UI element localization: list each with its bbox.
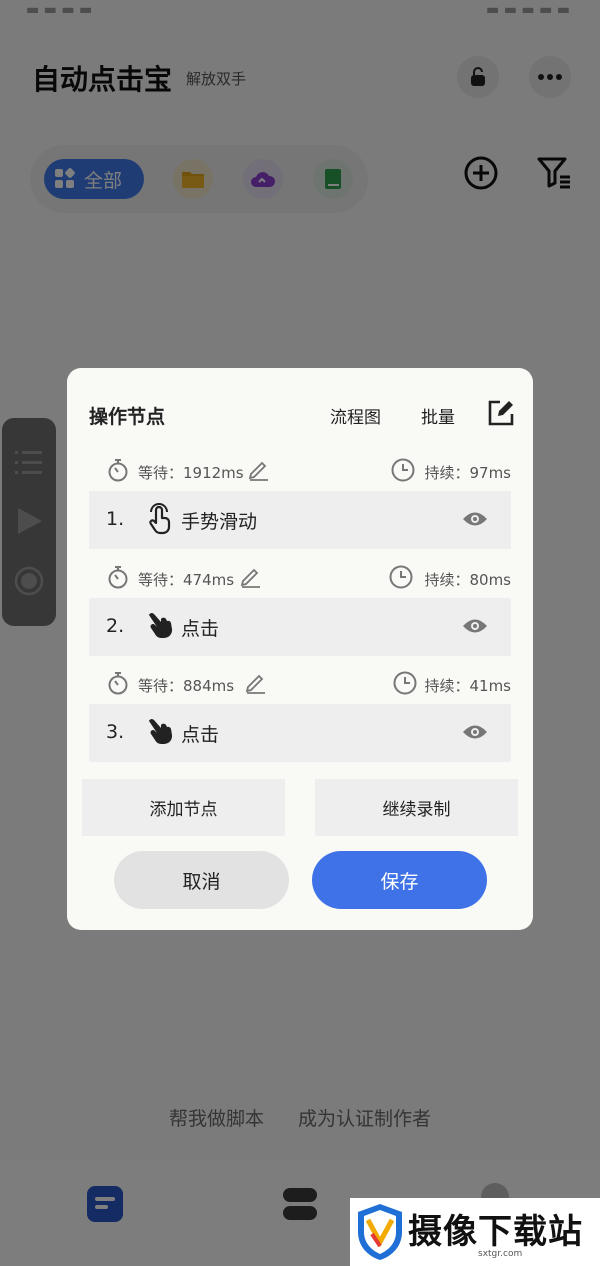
node-action: 点击 xyxy=(181,724,220,746)
watermark-text: 摄像下载站 xyxy=(408,1212,583,1252)
tap-hand-icon xyxy=(149,613,173,639)
stopwatch-icon xyxy=(108,672,128,695)
watermark-url: sxtgr.com xyxy=(478,1249,523,1259)
node-action: 点击 xyxy=(181,618,220,640)
node-row-1[interactable]: 1. 手势滑动 xyxy=(89,491,511,549)
edit-square-icon xyxy=(488,400,514,426)
add-node-button[interactable]: 添加节点 xyxy=(82,779,285,836)
shield-logo-icon xyxy=(358,1204,402,1260)
continue-recording-button[interactable]: 继续录制 xyxy=(315,779,518,836)
flowchart-button[interactable]: 流程图 xyxy=(330,403,381,428)
operation-nodes-dialog: 操作节点 流程图 批量 等待：1912ms 持续：97ms 1. 手势滑动 等待… xyxy=(67,368,533,930)
clock-icon xyxy=(393,671,417,695)
node-row-2[interactable]: 2. 点击 xyxy=(89,598,511,656)
node-index: 2. xyxy=(106,615,125,637)
node-meta: 等待：1912ms 持续：97ms xyxy=(67,456,533,486)
node-row-3[interactable]: 3. 点击 xyxy=(89,704,511,762)
eye-icon[interactable] xyxy=(462,510,488,528)
clock-icon xyxy=(391,458,415,482)
eye-icon[interactable] xyxy=(462,617,488,635)
node-meta: 等待：884ms 持续：41ms xyxy=(67,669,533,699)
wait-time: 等待：1912ms xyxy=(138,464,244,482)
stopwatch-icon xyxy=(108,459,128,482)
duration-time: 持续：97ms xyxy=(424,464,511,482)
eye-icon[interactable] xyxy=(462,723,488,741)
watermark: 摄像下载站 sxtgr.com xyxy=(350,1198,600,1266)
tap-hand-icon xyxy=(149,719,173,745)
wait-time: 等待：884ms xyxy=(138,677,235,695)
save-button[interactable]: 保存 xyxy=(312,851,487,909)
batch-button[interactable]: 批量 xyxy=(421,403,455,428)
swipe-gesture-icon xyxy=(149,503,171,535)
edit-button[interactable] xyxy=(487,399,515,431)
pencil-icon[interactable] xyxy=(245,672,267,694)
wait-time: 等待：474ms xyxy=(138,571,235,589)
cancel-button[interactable]: 取消 xyxy=(114,851,289,909)
node-meta: 等待：474ms 持续：80ms xyxy=(67,563,533,593)
pencil-icon[interactable] xyxy=(240,566,262,588)
node-index: 1. xyxy=(106,508,125,530)
clock-icon xyxy=(389,565,413,589)
duration-time: 持续：41ms xyxy=(424,677,511,695)
pencil-icon[interactable] xyxy=(248,459,270,481)
duration-time: 持续：80ms xyxy=(424,571,511,589)
node-index: 3. xyxy=(106,721,125,743)
stopwatch-icon xyxy=(108,566,128,589)
dialog-title: 操作节点 xyxy=(89,406,166,428)
node-action: 手势滑动 xyxy=(181,511,258,533)
